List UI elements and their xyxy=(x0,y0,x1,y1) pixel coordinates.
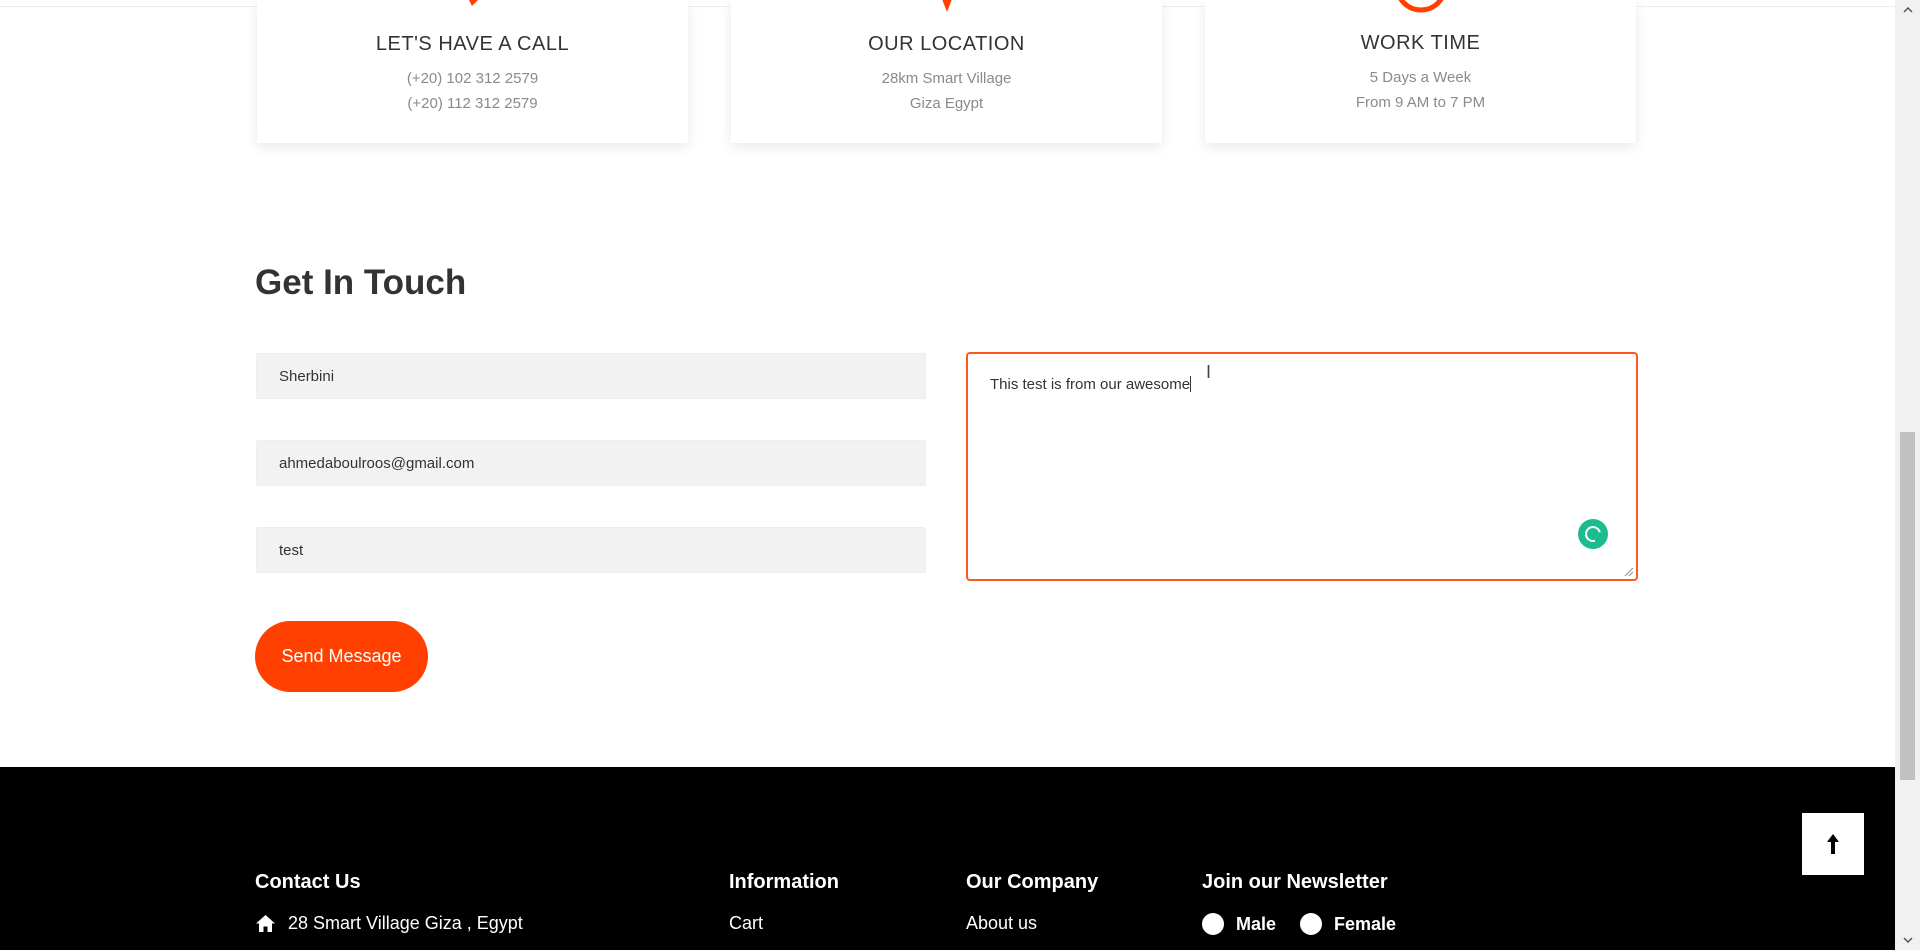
clock-icon xyxy=(1393,0,1449,21)
card-address-1: 28km Smart Village xyxy=(881,70,1012,87)
radio-label-male: Male xyxy=(1236,913,1277,934)
card-phone-2: (+20) 112 312 2579 xyxy=(407,95,538,112)
vertical-scrollbar[interactable] xyxy=(1895,0,1920,950)
info-card-call: LET'S HAVE A CALL (+20) 102 312 2579 (+2… xyxy=(257,0,688,143)
home-icon xyxy=(256,915,275,932)
resize-grip-icon[interactable] xyxy=(1622,565,1634,577)
send-message-button[interactable]: Send Message xyxy=(255,621,428,692)
subject-field[interactable]: test xyxy=(256,527,926,573)
loading-spinner-icon[interactable] xyxy=(1578,519,1608,549)
radio-male[interactable]: Male xyxy=(1202,913,1276,935)
card-address-2: Giza Egypt xyxy=(909,95,984,112)
card-title: LET'S HAVE A CALL xyxy=(375,33,570,55)
footer-address-text: 28 Smart Village Giza , Egypt xyxy=(288,913,523,933)
info-card-location: OUR LOCATION 28km Smart Village Giza Egy… xyxy=(731,0,1162,143)
info-card-work-time: WORK TIME 5 Days a Week From 9 AM to 7 P… xyxy=(1205,0,1636,143)
footer-contact-heading: Contact Us xyxy=(255,871,361,893)
footer-information-heading: Information xyxy=(729,871,839,893)
phone-icon xyxy=(458,0,488,19)
i-beam-cursor-icon: I xyxy=(1206,362,1212,382)
card-title: WORK TIME xyxy=(1360,32,1481,54)
radio-female[interactable]: Female xyxy=(1300,913,1396,935)
footer-address: 28 Smart Village Giza , Egypt xyxy=(255,913,523,934)
name-field[interactable]: Sherbini xyxy=(256,353,926,399)
card-days: 5 Days a Week xyxy=(1369,69,1472,86)
message-textarea[interactable]: This test is from our awesome xyxy=(966,352,1638,581)
radio-circle[interactable] xyxy=(1300,913,1322,935)
card-hours: From 9 AM to 7 PM xyxy=(1355,94,1486,111)
card-phone-1: (+20) 102 312 2579 xyxy=(406,70,539,87)
radio-circle[interactable] xyxy=(1202,913,1224,935)
arrow-up-icon xyxy=(1827,834,1839,854)
scroll-down-arrow-icon[interactable] xyxy=(1895,930,1920,950)
footer-newsletter-heading: Join our Newsletter xyxy=(1202,871,1388,893)
message-value: This test is from our awesome xyxy=(990,376,1191,393)
subject-value: test xyxy=(279,541,304,559)
email-value: ahmedaboulroos@gmail.com xyxy=(279,454,475,472)
footer-link-about-us[interactable]: About us xyxy=(966,913,1037,934)
text-caret xyxy=(1190,376,1192,392)
email-field[interactable]: ahmedaboulroos@gmail.com xyxy=(256,440,926,486)
card-title: OUR LOCATION xyxy=(868,33,1025,55)
footer-link-cart[interactable]: Cart xyxy=(729,913,763,934)
footer: Contact Us 28 Smart Village Giza , Egypt… xyxy=(0,767,1895,950)
radio-label-female: Female xyxy=(1334,913,1397,934)
back-to-top-button[interactable] xyxy=(1802,813,1864,875)
footer-company-heading: Our Company xyxy=(966,871,1099,893)
map-pin-icon xyxy=(932,0,962,19)
name-value: Sherbini xyxy=(279,367,335,385)
section-title: Get In Touch xyxy=(255,263,467,302)
scroll-up-arrow-icon[interactable] xyxy=(1895,0,1920,20)
scrollbar-thumb[interactable] xyxy=(1900,432,1915,780)
page: LET'S HAVE A CALL (+20) 102 312 2579 (+2… xyxy=(0,0,1895,950)
